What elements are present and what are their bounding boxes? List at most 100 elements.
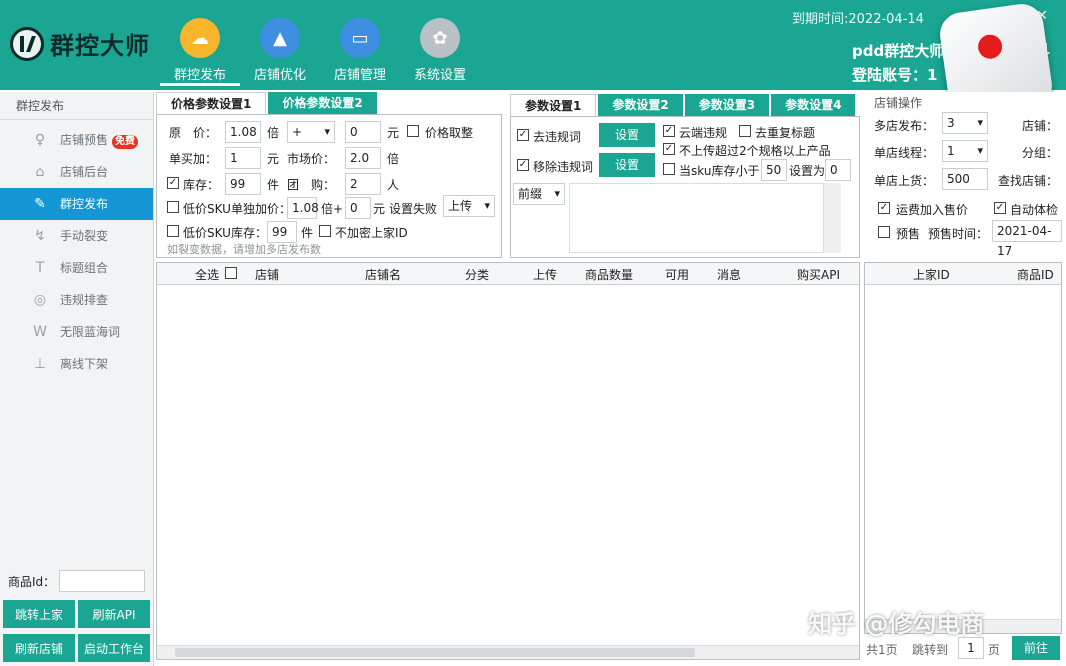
- presale-time-input[interactable]: 2021-04-17: [992, 220, 1062, 258]
- sidebar-item-fission[interactable]: ↯ 手动裂变: [0, 220, 153, 252]
- nav-store-manage[interactable]: ▭ 店铺管理: [320, 18, 400, 86]
- times-plus-unit: 倍+: [321, 202, 344, 216]
- price-panel: 原 价： 1.08 倍 + 0 元 价格取整 单买加： 1 元 市场价： 2.0…: [156, 114, 502, 258]
- tab-param-1[interactable]: 参数设置1: [510, 94, 597, 116]
- nav-publish-label: 群控发布: [173, 68, 226, 83]
- free-badge: 免费: [112, 135, 139, 149]
- no-encrypt-checkbox[interactable]: [319, 225, 331, 237]
- times-unit: 倍: [387, 152, 400, 166]
- no-upload-over-checkbox[interactable]: ✓: [663, 143, 675, 155]
- dedupe-title-checkbox[interactable]: [739, 125, 751, 137]
- presale-label: 预售: [896, 227, 921, 241]
- person-unit: 人: [387, 178, 400, 192]
- group-buy-input[interactable]: 2: [345, 173, 381, 195]
- login-label: 登陆账号：: [852, 66, 928, 84]
- yuan-unit: 元: [267, 152, 280, 166]
- shipping-checkbox[interactable]: ✓: [878, 202, 890, 214]
- bulb-icon: ♀: [34, 132, 46, 148]
- nav-optimize-label: 店铺优化: [253, 68, 306, 83]
- sidebar-item-presale[interactable]: ♀ 店铺预售 免费: [0, 124, 153, 156]
- sidebar-title: 群控发布: [0, 92, 153, 120]
- sidebar-item-violation[interactable]: ◎ 违规排查: [0, 284, 153, 316]
- sidebar-item-bluewords[interactable]: W 无限蓝海词: [0, 316, 153, 348]
- remove-violation-checkbox[interactable]: ✓: [517, 129, 529, 141]
- total-pages: 共1页: [866, 643, 898, 657]
- remove-violation2-checkbox[interactable]: ✓: [517, 159, 529, 171]
- stock-input[interactable]: 99: [225, 173, 261, 195]
- app-header: 群控大师 ☁ 群控发布 ▲ 店铺优化 ▭ 店铺管理 ✿ 系统设置 到期时间:20…: [0, 0, 1066, 119]
- piece-unit: 件: [301, 226, 314, 240]
- thread-label: 单店线程：: [874, 146, 935, 160]
- scroll-thumb[interactable]: [175, 648, 695, 657]
- product-id-input[interactable]: [59, 570, 146, 592]
- refresh-store-button[interactable]: 刷新店铺: [3, 634, 75, 662]
- price-add-input[interactable]: 0: [345, 121, 381, 143]
- prefix-scrollbar[interactable]: [823, 183, 841, 253]
- upload-input[interactable]: 500: [942, 168, 988, 190]
- top-nav: ☁ 群控发布 ▲ 店铺优化 ▭ 店铺管理 ✿ 系统设置: [160, 18, 480, 86]
- shipping-label: 运费加入售价: [896, 203, 969, 217]
- no-encrypt-label: 不加密上家ID: [335, 226, 408, 240]
- presale-checkbox[interactable]: [878, 226, 890, 238]
- sidebar-item-label: 离线下架: [60, 357, 109, 371]
- tab-param-2[interactable]: 参数设置2: [598, 94, 683, 116]
- price-multiplier-input[interactable]: 1.08: [225, 121, 261, 143]
- price-round-checkbox[interactable]: [407, 125, 419, 137]
- auto-check-checkbox[interactable]: ✓: [994, 202, 1006, 214]
- refresh-api-button[interactable]: 刷新API: [78, 600, 150, 628]
- single-add-label: 单买加：: [169, 152, 218, 166]
- tab-price-2[interactable]: 价格参数设置2: [268, 92, 377, 114]
- tab-param-4[interactable]: 参数设置4: [771, 94, 856, 116]
- monitor-icon: ▭: [340, 18, 380, 58]
- nav-optimize[interactable]: ▲ 店铺优化: [240, 18, 320, 86]
- low-sku-checkbox[interactable]: [167, 201, 179, 213]
- page-input[interactable]: 1: [958, 637, 984, 659]
- low-sku-add-input[interactable]: 0: [345, 197, 371, 219]
- start-workbench-button[interactable]: 启动工作台: [78, 634, 150, 662]
- low-stock-checkbox[interactable]: [167, 225, 179, 237]
- sku-stock-checkbox[interactable]: [663, 163, 675, 175]
- remove-violation-set-button[interactable]: 设置: [599, 123, 655, 147]
- select-all-checkbox[interactable]: [225, 267, 237, 279]
- sidebar-item-title-combo[interactable]: T 标题组合: [0, 252, 153, 284]
- publish-icon: ✎: [34, 196, 46, 212]
- prefix-select[interactable]: 前缀: [513, 183, 565, 205]
- price-tabs: 价格参数设置1 价格参数设置2: [156, 92, 379, 114]
- operator-select[interactable]: +: [287, 121, 335, 143]
- low-stock-input[interactable]: 99: [267, 221, 297, 243]
- sidebar-item-offline[interactable]: ⊥ 离线下架: [0, 348, 153, 380]
- sidebar-item-publish[interactable]: ✎ 群控发布: [0, 188, 153, 220]
- sidebar-item-backend[interactable]: ⌂ 店铺后台: [0, 156, 153, 188]
- piece-unit: 件: [267, 178, 280, 192]
- col-category: 分类: [465, 268, 490, 282]
- words-icon: W: [33, 324, 47, 340]
- single-add-input[interactable]: 1: [225, 147, 261, 169]
- stock-checkbox[interactable]: ✓: [167, 177, 179, 189]
- col-message: 消息: [717, 268, 742, 282]
- go-page-button[interactable]: 前往: [1012, 636, 1060, 660]
- set-fail-select[interactable]: 上传: [443, 195, 495, 217]
- param-tabs: 参数设置1 参数设置2 参数设置3 参数设置4: [510, 94, 857, 116]
- jump-upstream-button[interactable]: 跳转上家: [3, 600, 75, 628]
- market-price-input[interactable]: 2.0: [345, 147, 381, 169]
- prefix-textarea[interactable]: [569, 183, 841, 253]
- price-round-label: 价格取整: [425, 126, 474, 140]
- stock-label: 库存：: [183, 178, 220, 192]
- remove-violation2-set-button[interactable]: 设置: [599, 153, 655, 177]
- find-store-label: 查找店铺：: [998, 174, 1059, 188]
- set-to-input[interactable]: 0: [825, 159, 851, 181]
- remove-violation-label: 去违规词: [533, 130, 582, 144]
- multi-store-select[interactable]: 3: [942, 112, 988, 134]
- nav-system-settings[interactable]: ✿ 系统设置: [400, 18, 480, 86]
- tab-price-1[interactable]: 价格参数设置1: [156, 92, 267, 114]
- tab-param-3[interactable]: 参数设置3: [684, 94, 770, 116]
- cloud-violation-checkbox[interactable]: ✓: [663, 125, 675, 137]
- sidebar-item-label: 店铺后台: [60, 165, 109, 179]
- thread-select[interactable]: 1: [942, 140, 988, 162]
- store-table-hscroll[interactable]: [157, 645, 859, 659]
- low-sku-multiplier-input[interactable]: 1.08: [287, 197, 319, 219]
- product-id-label: 商品Id：: [8, 574, 56, 589]
- nav-publish[interactable]: ☁ 群控发布: [160, 18, 240, 86]
- sku-stock-input[interactable]: 50: [761, 159, 787, 181]
- fission-icon: ↯: [34, 228, 46, 244]
